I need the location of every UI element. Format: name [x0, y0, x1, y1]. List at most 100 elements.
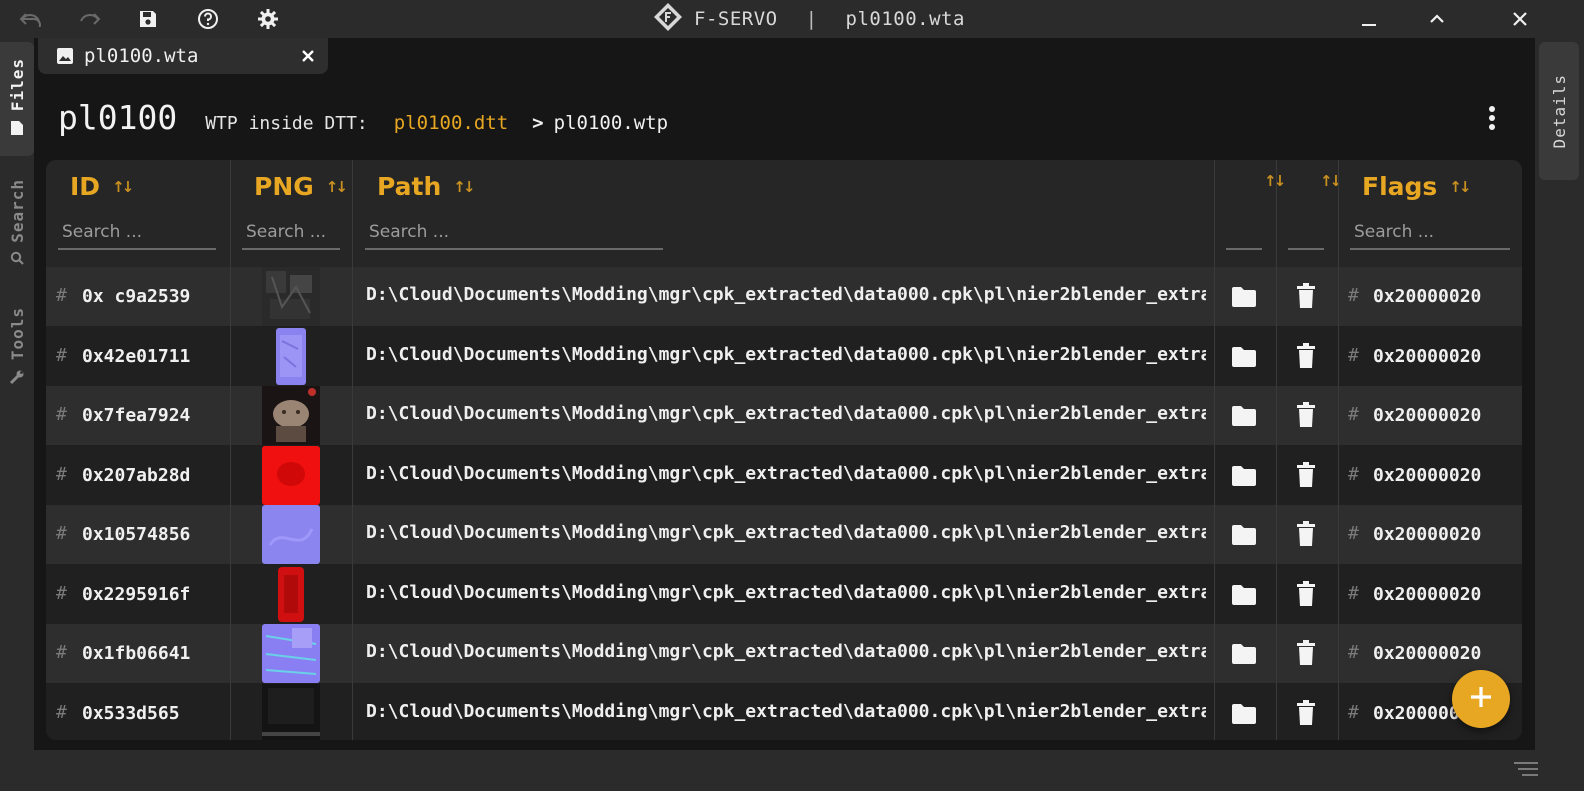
folder-icon[interactable] — [1231, 584, 1257, 606]
hash-icon: # — [56, 642, 67, 663]
dtt-link[interactable]: pl0100.dtt — [394, 112, 508, 134]
sort-png-button[interactable]: PNG ↑↓ — [254, 172, 348, 201]
minimize-icon[interactable] — [1347, 0, 1391, 38]
texture-thumbnail[interactable] — [262, 683, 320, 740]
table-row[interactable]: #0x207ab28d D:\Cloud\Documents\Modding\mg… — [46, 445, 1522, 505]
texture-thumbnail[interactable] — [262, 624, 320, 683]
table-row[interactable]: #0x7fea7924 D:\Cloud\Documents\Modding\mg… — [46, 386, 1522, 445]
folder-icon[interactable] — [1231, 405, 1257, 427]
row-path: D:\Cloud\Documents\Modding\mgr\cpk_extra… — [366, 462, 1206, 484]
column-delete: ↑↓ — [1276, 160, 1342, 267]
table-row[interactable]: #0x533d565 D:\Cloud\Documents\Modding\mgr… — [46, 683, 1522, 740]
sidebar-item-details[interactable]: Details — [1539, 42, 1579, 180]
close-icon[interactable] — [1498, 0, 1542, 38]
column-divider — [1338, 160, 1339, 740]
hash-icon: # — [56, 344, 67, 366]
hash-icon: # — [56, 285, 67, 306]
save-icon[interactable] — [128, 0, 168, 38]
texture-thumbnail[interactable] — [262, 386, 320, 445]
trash-icon[interactable] — [1296, 699, 1316, 726]
title-bar: F-SERVO | pl0100.wta — [0, 0, 1584, 38]
title-separator: | — [805, 8, 818, 30]
folder-icon[interactable] — [1231, 524, 1257, 546]
help-icon[interactable] — [188, 0, 228, 38]
header-label: WTP inside DTT: — [205, 113, 368, 134]
column-path: Path ↑↓ Search ... — [352, 160, 1214, 267]
table-row[interactable]: #0x2295916f D:\Cloud\Documents\Modding\mg… — [46, 564, 1522, 624]
flags-search-input[interactable]: Search ... — [1350, 220, 1510, 250]
row-id: 0x10574856 — [82, 524, 191, 545]
file-icon — [10, 120, 24, 140]
sort-delete-button[interactable]: ↑↓ — [1308, 172, 1342, 190]
texture-thumbnail[interactable] — [262, 505, 320, 564]
texture-thumbnail[interactable] — [262, 445, 320, 505]
row-id: 0x207ab28d — [82, 464, 191, 486]
table-row[interactable]: #0x c9a2539 D:\Cloud\Documents\Modding\mg… — [46, 267, 1522, 326]
sidebar-item-files[interactable]: Files — [0, 42, 34, 156]
table-row[interactable]: #0x42e01711 D:\Cloud\Documents\Modding\mg… — [46, 326, 1522, 386]
id-search-input[interactable]: Search ... — [58, 220, 216, 250]
main-content: pl0100.wta pl0100 WTP inside DTT: pl0100… — [34, 38, 1535, 750]
menu-icon[interactable] — [1514, 762, 1538, 780]
folder-icon[interactable] — [1231, 643, 1257, 665]
texture-table: ID ↑↓ Search ... PNG ↑↓ Search ... Path … — [46, 160, 1522, 740]
column-divider — [352, 160, 353, 740]
more-options-icon[interactable] — [1478, 102, 1506, 134]
sidebar-item-search[interactable]: Search — [0, 170, 34, 278]
sort-path-button[interactable]: Path ↑↓ — [377, 172, 475, 201]
redo-icon[interactable] — [70, 0, 110, 38]
sidebar-item-tools[interactable]: Tools — [0, 298, 34, 398]
delete-filter-line — [1288, 248, 1324, 250]
title-file-name: pl0100.wta — [845, 8, 965, 30]
sort-icon: ↑↓ — [1320, 172, 1342, 190]
texture-thumbnail[interactable] — [262, 267, 320, 326]
tab-file[interactable]: pl0100.wta — [38, 38, 328, 74]
hash-icon: # — [1348, 404, 1359, 425]
trash-icon[interactable] — [1296, 461, 1316, 488]
folder-icon[interactable] — [1231, 346, 1257, 368]
hash-icon: # — [1348, 344, 1359, 366]
row-path: D:\Cloud\Documents\Modding\mgr\cpk_extra… — [366, 581, 1206, 603]
sort-icon: ↑↓ — [325, 177, 348, 196]
app-name: F-SERVO — [694, 8, 778, 30]
hash-icon: # — [1348, 463, 1359, 485]
sort-icon: ↑↓ — [1449, 177, 1471, 196]
search-icon — [10, 250, 24, 269]
texture-thumbnail[interactable] — [262, 327, 320, 386]
trash-icon[interactable] — [1296, 402, 1316, 428]
undo-icon[interactable] — [10, 0, 50, 38]
row-flags: 0x20000020 — [1373, 345, 1482, 367]
trash-icon[interactable] — [1296, 640, 1316, 666]
row-flags: 0x20000020 — [1373, 583, 1482, 605]
png-search-input[interactable]: Search ... — [242, 220, 340, 250]
trash-icon[interactable] — [1296, 283, 1316, 309]
wrench-icon — [9, 369, 25, 389]
folder-icon[interactable] — [1231, 703, 1257, 725]
table-row[interactable]: #0x1fb06641 D:\Cloud\Documents\Modding\mg… — [46, 624, 1522, 683]
column-divider — [230, 160, 231, 740]
folder-icon[interactable] — [1231, 286, 1257, 308]
hash-icon: # — [1348, 701, 1359, 723]
trash-icon[interactable] — [1296, 521, 1316, 547]
hash-icon: # — [56, 404, 67, 425]
column-title: ID — [70, 172, 101, 201]
hash-icon: # — [56, 701, 67, 723]
gear-icon[interactable] — [248, 0, 288, 38]
sidebar-item-label: Files — [7, 58, 27, 112]
close-tab-icon[interactable] — [296, 44, 320, 68]
texture-thumbnail[interactable] — [262, 565, 320, 624]
path-search-input[interactable]: Search ... — [365, 220, 663, 250]
hash-icon: # — [56, 523, 67, 544]
sort-flags-button[interactable]: Flags ↑↓ — [1362, 172, 1471, 201]
window-title: F-SERVO | pl0100.wta — [652, 0, 965, 38]
sort-id-button[interactable]: ID ↑↓ — [70, 172, 134, 201]
folder-icon[interactable] — [1231, 465, 1257, 487]
add-button[interactable] — [1452, 670, 1510, 728]
folder-filter-line — [1226, 248, 1262, 250]
column-flags: Flags ↑↓ Search ... — [1338, 160, 1522, 267]
trash-icon[interactable] — [1296, 580, 1316, 607]
chevron-up-icon[interactable] — [1415, 0, 1459, 38]
hash-icon: # — [1348, 582, 1359, 604]
table-row[interactable]: #0x10574856 D:\Cloud\Documents\Modding\mg… — [46, 505, 1522, 564]
trash-icon[interactable] — [1296, 342, 1316, 369]
